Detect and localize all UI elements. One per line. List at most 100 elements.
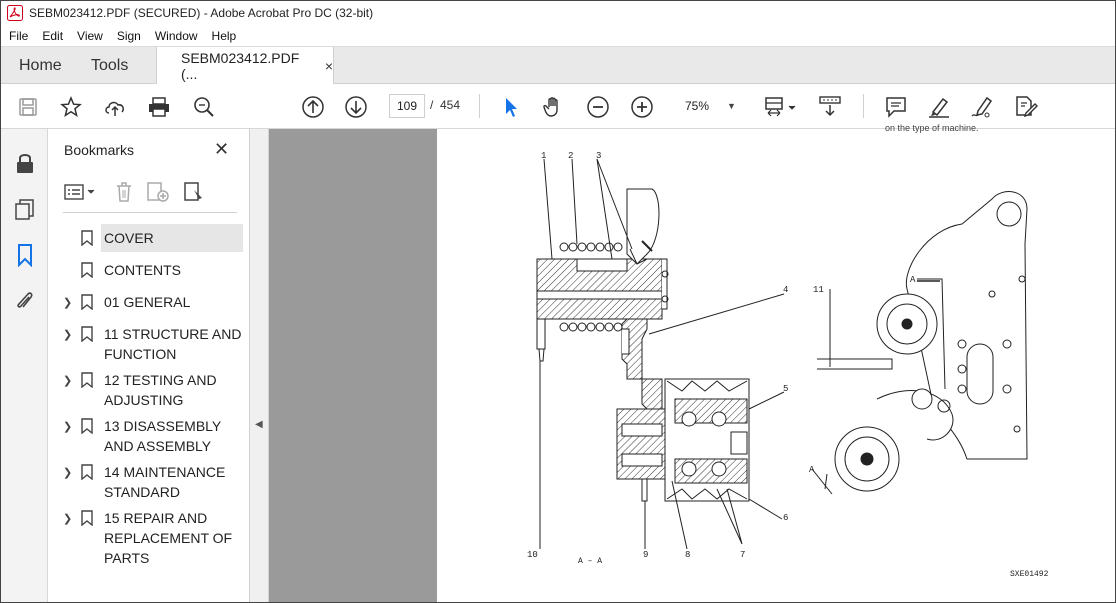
zoom-out-icon <box>587 96 609 118</box>
bookmarks-divider <box>63 212 237 213</box>
bookmark-label: 01 GENERAL <box>104 294 191 310</box>
arrow-down-circle-icon <box>345 96 367 118</box>
chevron-down-icon: ▼ <box>727 101 736 111</box>
pages-copy-icon <box>15 199 34 220</box>
prev-page-button[interactable] <box>300 94 326 120</box>
print-button[interactable] <box>146 94 172 120</box>
bookmark-icon <box>81 294 93 310</box>
bookmark-icon <box>81 464 93 480</box>
find-button[interactable] <box>191 94 217 120</box>
expand-chevron-icon[interactable]: ❯ <box>63 374 72 387</box>
security-button[interactable] <box>13 151 37 175</box>
bookmark-label: 12 TESTING AND ADJUSTING <box>104 372 217 408</box>
callout-8: 8 <box>685 550 691 560</box>
select-tool-button[interactable] <box>498 94 524 120</box>
close-panel-icon[interactable]: ✕ <box>214 139 229 160</box>
expand-chevron-icon[interactable]: ❯ <box>63 466 72 479</box>
expand-chevron-icon[interactable]: ❯ <box>63 328 72 341</box>
figure-code: SXE01492 <box>1010 570 1049 579</box>
attachments-button[interactable] <box>13 289 37 313</box>
new-bookmark-button[interactable] <box>144 179 172 205</box>
callout-7: 7 <box>740 550 746 560</box>
scroll-mode-button[interactable] <box>817 94 843 120</box>
acrobat-app-icon <box>7 5 23 21</box>
page-separator: / <box>430 98 434 112</box>
star-icon <box>60 96 82 118</box>
bookmarks-panel: Bookmarks ✕ COVER CONTENTS ❯ 01 GENERAL … <box>48 129 250 602</box>
bookmark-options-button[interactable] <box>62 179 98 205</box>
callout-5: 5 <box>783 384 789 394</box>
bookmark-icon <box>81 510 93 526</box>
callout-11: 11 <box>813 285 824 295</box>
comment-button[interactable] <box>883 94 909 120</box>
menu-edit[interactable]: Edit <box>36 29 69 43</box>
callout-2: 2 <box>568 151 574 161</box>
printer-icon <box>149 97 169 117</box>
bookmark-search-button[interactable] <box>180 179 208 205</box>
pdf-page: on the type of machine. 1 2 3 4 5 6 7 8 … <box>437 123 1115 602</box>
menu-window[interactable]: Window <box>149 29 204 43</box>
callout-9: 9 <box>643 550 649 560</box>
technical-drawing <box>536 158 1028 550</box>
expand-chevron-icon[interactable]: ❯ <box>63 512 72 525</box>
zoom-in-icon <box>631 96 653 118</box>
bookmark-star-button[interactable] <box>58 94 84 120</box>
save-button[interactable] <box>15 94 41 120</box>
menu-sign[interactable]: Sign <box>111 29 147 43</box>
sign-button[interactable] <box>969 94 995 120</box>
pages-button[interactable] <box>13 197 37 221</box>
edit-pdf-icon <box>1016 96 1038 118</box>
callout-4: 4 <box>783 285 789 295</box>
next-page-button[interactable] <box>343 94 369 120</box>
delete-bookmark-button[interactable] <box>112 179 136 205</box>
zoom-level-select[interactable]: 75% ▼ <box>674 94 742 118</box>
panel-splitter[interactable]: ◀ <box>250 129 269 602</box>
tab-document-label: SEBM023412.PDF (... <box>181 50 300 82</box>
arrow-up-circle-icon <box>302 96 324 118</box>
bookmark-label: 15 REPAIR AND REPLACEMENT OF PARTS <box>104 510 233 566</box>
paperclip-icon <box>17 292 33 308</box>
document-view[interactable]: on the type of machine. 1 2 3 4 5 6 7 8 … <box>269 123 1115 602</box>
bookmark-icon <box>81 372 93 388</box>
page-fit-button[interactable] <box>762 94 800 120</box>
callout-10: 10 <box>527 550 538 560</box>
section-caption: A – A <box>578 557 603 566</box>
highlight-icon <box>929 97 949 118</box>
zoom-search-icon <box>194 97 214 117</box>
sign-pen-icon <box>971 96 993 118</box>
page-fit-icon <box>765 97 796 117</box>
menu-help[interactable]: Help <box>206 29 243 43</box>
menu-file[interactable]: File <box>3 29 34 43</box>
bookmark-icon <box>81 418 93 434</box>
toolbar-divider <box>479 94 480 118</box>
edit-pdf-button[interactable] <box>1013 94 1039 120</box>
hand-tool-button[interactable] <box>541 94 567 120</box>
tab-home[interactable]: Home <box>19 57 62 75</box>
title-bar: SEBM023412.PDF (SECURED) - Adobe Acrobat… <box>1 1 1115 25</box>
zoom-in-button[interactable] <box>629 94 655 120</box>
expand-chevron-icon[interactable]: ❯ <box>63 296 72 309</box>
expand-chevron-icon[interactable]: ❯ <box>63 420 72 433</box>
collapse-left-icon[interactable]: ◀ <box>255 419 263 430</box>
section-marker-a-bottom: A <box>809 465 815 475</box>
menu-view[interactable]: View <box>71 29 109 43</box>
tab-tools[interactable]: Tools <box>91 57 128 75</box>
highlight-button[interactable] <box>926 94 952 120</box>
bookmark-icon <box>18 244 32 267</box>
page-number-input[interactable]: 109 <box>389 94 425 118</box>
scroll-mode-icon <box>819 96 841 117</box>
tab-document[interactable]: SEBM023412.PDF (... × <box>156 47 334 85</box>
bookmark-add-icon <box>147 182 169 202</box>
bookmarks-panel-button[interactable] <box>13 243 37 267</box>
tab-close-icon[interactable]: × <box>325 58 333 74</box>
callout-1: 1 <box>541 151 547 161</box>
bookmark-icon <box>81 262 93 278</box>
upload-cloud-icon <box>105 101 124 116</box>
zoom-out-button[interactable] <box>585 94 611 120</box>
trash-icon <box>117 182 131 202</box>
share-button[interactable] <box>102 94 128 120</box>
select-cursor-icon <box>506 98 517 117</box>
callout-6: 6 <box>783 513 789 523</box>
section-marker-a-top: A <box>910 275 916 285</box>
bookmark-icon <box>81 326 93 342</box>
